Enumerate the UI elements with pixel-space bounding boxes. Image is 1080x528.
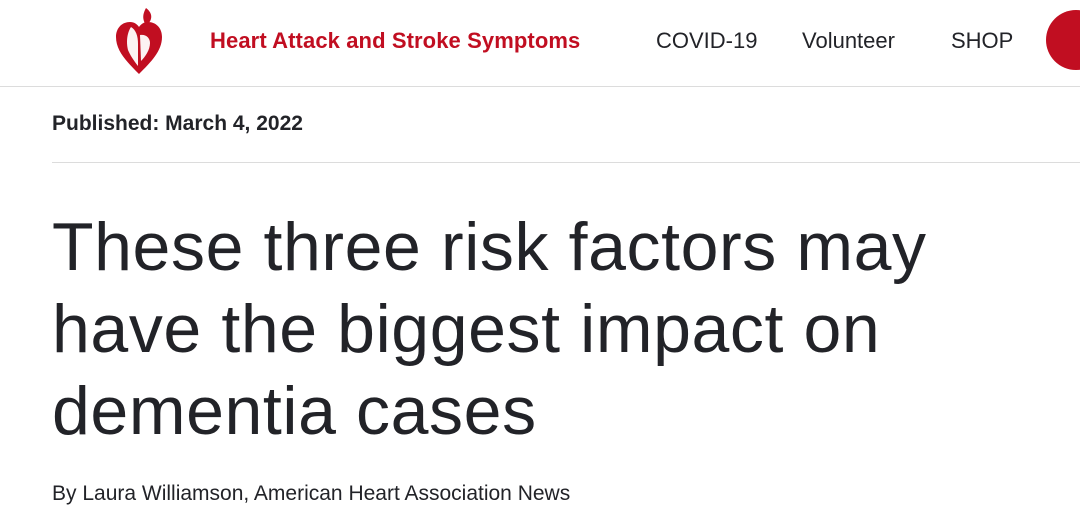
published-date: Published: March 4, 2022	[52, 112, 303, 135]
site-header: Heart Attack and Stroke Symptoms COVID-1…	[0, 0, 1080, 87]
nav-link-volunteer[interactable]: Volunteer	[802, 26, 895, 56]
nav-link-covid-19[interactable]: COVID-19	[656, 26, 757, 56]
page-title: These three risk factors may have the bi…	[52, 209, 927, 449]
donate-button[interactable]	[1046, 10, 1080, 70]
nav-link-heart-attack-stroke-symptoms[interactable]: Heart Attack and Stroke Symptoms	[210, 26, 580, 56]
nav-link-shop[interactable]: SHOP	[951, 26, 1013, 56]
byline: By Laura Williamson, American Heart Asso…	[52, 482, 571, 505]
heart-torch-logo-icon[interactable]	[110, 4, 168, 76]
divider	[52, 162, 1080, 163]
